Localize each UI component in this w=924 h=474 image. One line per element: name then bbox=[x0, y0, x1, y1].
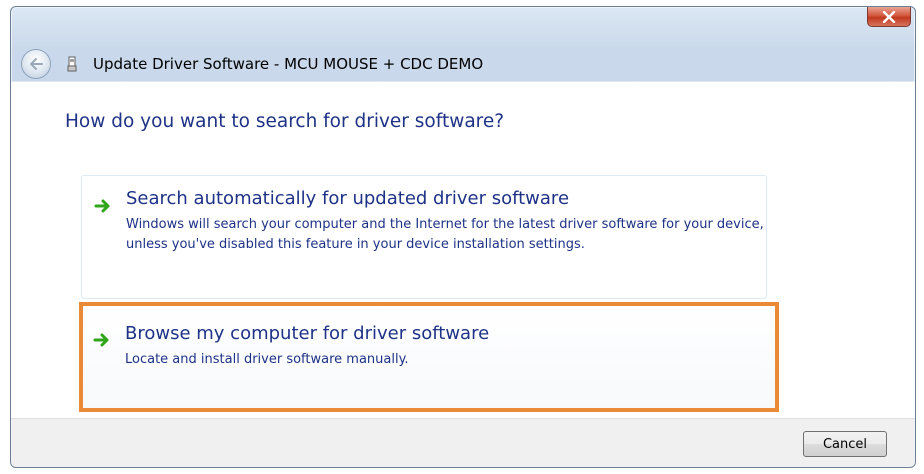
window-title: Update Driver Software - MCU MOUSE + CDC… bbox=[93, 55, 484, 73]
option-title: Search automatically for updated driver … bbox=[126, 188, 570, 209]
page-heading: How do you want to search for driver sof… bbox=[65, 111, 505, 132]
green-arrow-icon bbox=[94, 199, 110, 213]
title-bar: Update Driver Software - MCU MOUSE + CDC… bbox=[21, 47, 855, 81]
browse-computer-option[interactable]: Browse my computer for driver software L… bbox=[79, 302, 779, 412]
update-driver-dialog: Update Driver Software - MCU MOUSE + CDC… bbox=[10, 6, 916, 468]
dialog-content: How do you want to search for driver sof… bbox=[11, 81, 915, 418]
close-button[interactable] bbox=[867, 7, 911, 27]
dialog-footer: Cancel bbox=[11, 418, 915, 467]
back-arrow-icon bbox=[30, 58, 43, 70]
green-arrow-icon bbox=[93, 333, 109, 347]
option-title: Browse my computer for driver software bbox=[125, 323, 490, 344]
search-automatically-option[interactable]: Search automatically for updated driver … bbox=[81, 175, 767, 299]
usb-device-icon bbox=[65, 55, 79, 73]
option-description: Windows will search your computer and th… bbox=[126, 217, 764, 252]
close-icon bbox=[882, 10, 896, 23]
back-button[interactable] bbox=[21, 49, 51, 79]
option-description: Locate and install driver software manua… bbox=[125, 352, 409, 367]
cancel-button[interactable]: Cancel bbox=[803, 431, 887, 457]
